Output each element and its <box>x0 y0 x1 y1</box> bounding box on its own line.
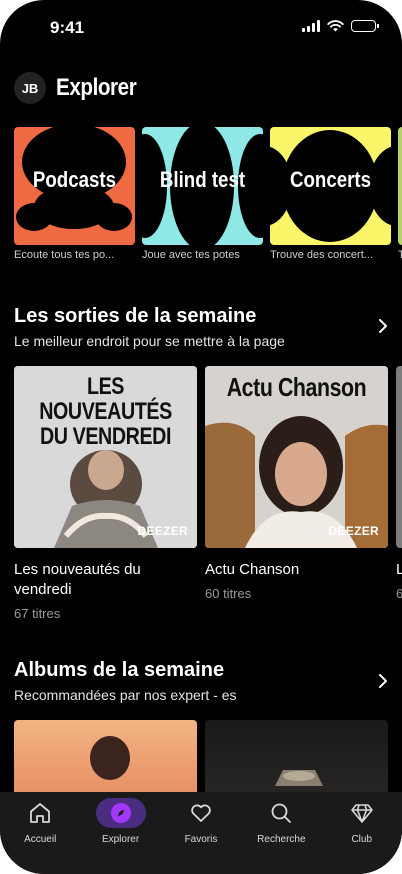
cover-title: Actu Chanson <box>226 372 367 402</box>
nav-label: Club <box>351 834 373 845</box>
section-albums-subtitle: Recommandées par nos expert - es <box>14 687 237 703</box>
status-bar: 9:41 <box>0 0 402 56</box>
category-partial[interactable]: T <box>398 127 402 261</box>
section-albums-title: Albums de la semaine <box>14 659 225 681</box>
cover-title: LES NOUVEAUTÉS DU VENDREDI <box>39 373 172 451</box>
phone-screen: 9:41 JB Explorer Podcasts Ecoute tous te… <box>0 0 402 874</box>
category-concerts[interactable]: Concerts Trouve des concert... <box>270 127 391 261</box>
category-carousel[interactable]: Podcasts Ecoute tous tes po... Blind tes… <box>14 127 402 261</box>
category-subtitle: Ecoute tous tes po... <box>14 249 115 261</box>
playlist-card-partial[interactable]: L 6 <box>396 366 402 621</box>
status-icons <box>302 20 379 32</box>
category-podcasts[interactable]: Podcasts Ecoute tous tes po... <box>14 127 135 261</box>
category-tile: Podcasts <box>14 127 135 245</box>
category-blind-test[interactable]: Blind test Joue avec tes potes <box>142 127 263 261</box>
playlist-cover <box>396 366 402 548</box>
category-subtitle: T <box>398 249 402 261</box>
home-icon <box>30 803 51 823</box>
new-releases-carousel[interactable]: LES NOUVEAUTÉS DU VENDREDI DEEZER Les no… <box>14 366 402 621</box>
chevron-right-icon[interactable] <box>376 319 390 333</box>
deezer-logo: DEEZER <box>328 524 379 538</box>
playlist-card[interactable]: Actu Chanson DEEZER Actu Chanson 60 titr… <box>205 366 388 621</box>
category-subtitle: Joue avec tes potes <box>142 249 240 261</box>
category-tile: Blind test <box>142 127 263 245</box>
heart-icon <box>191 804 211 822</box>
category-tile: Concerts <box>270 127 391 245</box>
page-title: Explorer <box>56 74 137 101</box>
playlist-card[interactable]: LES NOUVEAUTÉS DU VENDREDI DEEZER Les no… <box>14 366 197 621</box>
playlist-name: L <box>396 561 402 578</box>
deezer-logo: DEEZER <box>137 524 188 538</box>
playlist-count: 6 <box>396 586 402 601</box>
nav-item-accueil[interactable]: Accueil <box>4 798 76 874</box>
playlist-name: Actu Chanson <box>205 561 300 578</box>
diamond-icon <box>350 804 373 823</box>
category-label: Blind test <box>159 167 246 192</box>
status-time: 9:41 <box>50 18 85 37</box>
chevron-right-icon[interactable] <box>376 674 390 688</box>
nav-item-club[interactable]: Club <box>326 798 398 874</box>
search-icon <box>271 803 292 823</box>
category-tile <box>398 127 402 245</box>
nav-item-recherche[interactable]: Recherche <box>245 798 317 874</box>
cellular-signal-icon <box>302 20 320 32</box>
section-new-releases-subtitle: Le meilleur endroit pour se mettre à la … <box>14 333 285 349</box>
nav-label: Favoris <box>184 834 218 845</box>
category-label: Concerts <box>289 167 372 192</box>
category-label: Podcasts <box>32 167 117 192</box>
avatar[interactable]: JB <box>14 72 46 104</box>
playlist-cover: Actu Chanson DEEZER <box>205 366 388 548</box>
nav-label: Explorer <box>101 834 140 845</box>
playlist-cover: LES NOUVEAUTÉS DU VENDREDI DEEZER <box>14 366 197 548</box>
section-new-releases-title: Les sorties de la semaine <box>14 305 257 327</box>
playlist-name: Les nouveautés du vendredi <box>14 561 141 598</box>
nav-item-explorer[interactable]: Explorer <box>85 798 157 874</box>
battery-icon <box>351 20 379 32</box>
category-subtitle: Trouve des concert... <box>270 249 373 261</box>
playlist-count: 67 titres <box>14 606 61 621</box>
bottom-navigation: Accueil Explorer Favoris Recherche Club <box>0 792 402 874</box>
nav-item-favoris[interactable]: Favoris <box>165 798 237 874</box>
wifi-icon <box>327 20 344 32</box>
playlist-count: 60 titres <box>205 586 252 601</box>
nav-label: Recherche <box>257 834 306 845</box>
page-header: JB Explorer <box>14 72 149 104</box>
nav-label: Accueil <box>24 834 57 845</box>
compass-icon <box>110 803 131 823</box>
